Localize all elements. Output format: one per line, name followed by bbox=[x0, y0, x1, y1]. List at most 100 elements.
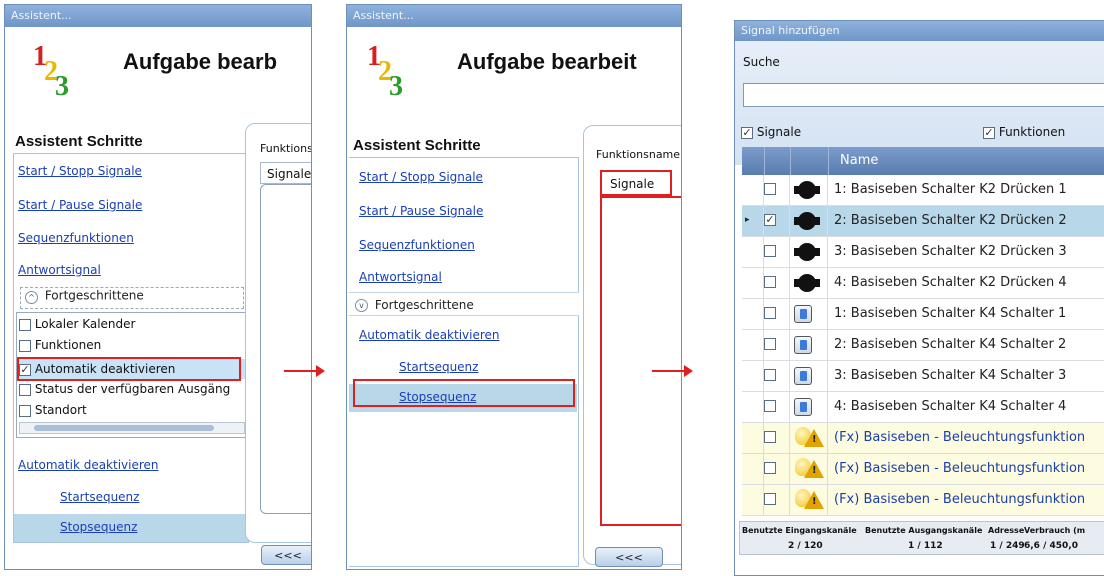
checkbox[interactable] bbox=[764, 307, 776, 319]
step-link-start-pause[interactable]: Start / Pause Signale bbox=[359, 204, 483, 218]
arrow-right-icon bbox=[284, 365, 325, 377]
step-link-start-sequence[interactable]: Startsequenz bbox=[60, 490, 139, 504]
step-link-sequence[interactable]: Sequenzfunktionen bbox=[18, 231, 134, 245]
steps-logo-icon: 1 2 3 bbox=[33, 41, 69, 102]
icon-cell bbox=[790, 392, 828, 423]
checkbox-cell[interactable] bbox=[764, 330, 790, 361]
step-link-sequence[interactable]: Sequenzfunktionen bbox=[359, 238, 475, 252]
checkbox-cell[interactable] bbox=[764, 175, 790, 206]
checkbox[interactable] bbox=[764, 369, 776, 381]
highlight-box bbox=[17, 357, 241, 381]
status-value: 1 / 112 bbox=[908, 541, 943, 551]
option-functions[interactable]: Funktionen bbox=[19, 338, 101, 352]
step-link-response[interactable]: Antwortsignal bbox=[18, 263, 101, 277]
status-header: Verbrauch (m bbox=[1024, 526, 1086, 535]
step-link-stop-sequence[interactable]: Stopsequenz bbox=[60, 520, 137, 534]
back-button[interactable]: <<< bbox=[595, 547, 663, 567]
icon-cell bbox=[790, 237, 828, 268]
checkbox-cell[interactable] bbox=[764, 392, 790, 423]
step-link-start-stop[interactable]: Start / Stopp Signale bbox=[18, 164, 142, 178]
filter-signals[interactable]: ✓ Signale bbox=[741, 125, 801, 139]
column-name[interactable]: Name bbox=[840, 153, 878, 168]
step-link-start-sequence[interactable]: Startsequenz bbox=[399, 360, 478, 374]
checkbox-cell[interactable] bbox=[764, 361, 790, 392]
row-indicator bbox=[742, 485, 764, 516]
checkbox[interactable] bbox=[764, 276, 776, 288]
checkbox-cell[interactable] bbox=[764, 454, 790, 485]
tab-signals[interactable]: Signale bbox=[260, 162, 311, 184]
option-output-status[interactable]: Status der verfügbaren Ausgäng bbox=[19, 382, 230, 396]
icon-cell bbox=[790, 299, 828, 330]
chevron-up-icon: ^ bbox=[25, 291, 38, 304]
arrow-right-icon bbox=[652, 365, 693, 377]
checkbox-checked[interactable]: ✓ bbox=[983, 126, 995, 139]
signals-list bbox=[260, 184, 311, 514]
table-row[interactable]: 3: Basiseben Schalter K2 Drücken 3 bbox=[742, 237, 1104, 268]
function-name-label: Funktions bbox=[260, 142, 312, 155]
table-row[interactable]: 2: Basiseben Schalter K4 Schalter 2 bbox=[742, 330, 1104, 361]
horizontal-scrollbar[interactable] bbox=[19, 422, 245, 434]
checkbox[interactable] bbox=[764, 245, 776, 257]
checkbox-checked[interactable]: ✓ bbox=[741, 126, 753, 139]
icon-cell bbox=[790, 361, 828, 392]
search-input[interactable] bbox=[743, 83, 1104, 107]
table-row[interactable]: 3: Basiseben Schalter K4 Schalter 3 bbox=[742, 361, 1104, 392]
function-name-label: Funktionsname bbox=[596, 148, 681, 161]
checkbox-checked[interactable]: ✓ bbox=[764, 214, 776, 226]
step-link-start-pause[interactable]: Start / Pause Signale bbox=[18, 198, 142, 212]
k2-switch-icon bbox=[794, 181, 820, 199]
table-row[interactable]: ! (Fx) Basiseben - Beleuchtungsfunktion bbox=[742, 423, 1104, 454]
checkbox[interactable] bbox=[764, 338, 776, 350]
option-local-calendar[interactable]: Lokaler Kalender bbox=[19, 317, 135, 331]
checkbox-cell[interactable]: ✓ bbox=[764, 206, 790, 237]
checkbox[interactable] bbox=[19, 383, 31, 396]
status-header: Adresse bbox=[988, 526, 1025, 535]
table-row[interactable]: 4: Basiseben Schalter K2 Drücken 4 bbox=[742, 268, 1104, 299]
checkbox[interactable] bbox=[19, 318, 31, 331]
highlight-box bbox=[353, 379, 575, 407]
checkbox[interactable] bbox=[764, 431, 776, 443]
table-row[interactable]: ! (Fx) Basiseben - Beleuchtungsfunktion bbox=[742, 485, 1104, 516]
row-name: 1: Basiseben Schalter K4 Schalter 1 bbox=[834, 306, 1067, 321]
page-title: Aufgabe bearb bbox=[123, 49, 278, 74]
checkbox-cell[interactable] bbox=[764, 423, 790, 454]
table-row[interactable]: 1: Basiseben Schalter K2 Drücken 1 bbox=[742, 175, 1104, 206]
table-row[interactable]: 1: Basiseben Schalter K4 Schalter 1 bbox=[742, 299, 1104, 330]
step-link-disable-automatic[interactable]: Automatik deaktivieren bbox=[18, 458, 159, 472]
step-link-start-stop[interactable]: Start / Stopp Signale bbox=[359, 170, 483, 184]
status-value: 6,6 / 450,0 bbox=[1024, 541, 1078, 551]
checkbox[interactable] bbox=[19, 404, 31, 417]
table-row[interactable]: ▸ ✓ 2: Basiseben Schalter K2 Drücken 2 bbox=[742, 206, 1104, 237]
add-signal-window: Signal hinzufügen Suche ✓ Signale ✓ Funk… bbox=[734, 20, 1104, 576]
checkbox-cell[interactable] bbox=[764, 299, 790, 330]
checkbox-cell[interactable] bbox=[764, 268, 790, 299]
row-name: 2: Basiseben Schalter K4 Schalter 2 bbox=[834, 337, 1067, 352]
row-indicator bbox=[742, 454, 764, 485]
row-indicator bbox=[742, 361, 764, 392]
checkbox[interactable] bbox=[764, 400, 776, 412]
step-link-response[interactable]: Antwortsignal bbox=[359, 270, 442, 284]
checkbox[interactable] bbox=[764, 462, 776, 474]
checkbox-cell[interactable] bbox=[764, 237, 790, 268]
tab-signals[interactable]: Signale bbox=[600, 170, 672, 196]
advanced-expander[interactable]: v Fortgeschrittene bbox=[349, 292, 579, 316]
checkbox-cell[interactable] bbox=[764, 485, 790, 516]
row-name: (Fx) Basiseben - Beleuchtungsfunktion bbox=[834, 430, 1086, 445]
status-bar: Benutzte Eingangskanäle Benutzte Ausgang… bbox=[739, 521, 1104, 555]
row-indicator bbox=[742, 423, 764, 454]
step-link-disable-automatic[interactable]: Automatik deaktivieren bbox=[359, 328, 500, 342]
checkbox[interactable] bbox=[764, 183, 776, 195]
warning-icon: ! bbox=[804, 460, 824, 478]
table-row[interactable]: ! (Fx) Basiseben - Beleuchtungsfunktion bbox=[742, 454, 1104, 485]
advanced-expander[interactable]: ^ Fortgeschrittene bbox=[20, 287, 244, 309]
wizard-window-2: Assistent... 1 2 3 Aufgabe bearbeit Assi… bbox=[346, 4, 682, 570]
option-location[interactable]: Standort bbox=[19, 403, 87, 417]
k4-switch-icon bbox=[794, 305, 812, 323]
back-button[interactable]: <<< bbox=[261, 545, 311, 565]
table-row[interactable]: 4: Basiseben Schalter K4 Schalter 4 bbox=[742, 392, 1104, 423]
checkbox[interactable] bbox=[764, 493, 776, 505]
status-value: 2 / 120 bbox=[788, 541, 823, 551]
row-name: 4: Basiseben Schalter K4 Schalter 4 bbox=[834, 399, 1067, 414]
checkbox[interactable] bbox=[19, 339, 31, 352]
filter-functions[interactable]: ✓ Funktionen bbox=[983, 125, 1065, 139]
